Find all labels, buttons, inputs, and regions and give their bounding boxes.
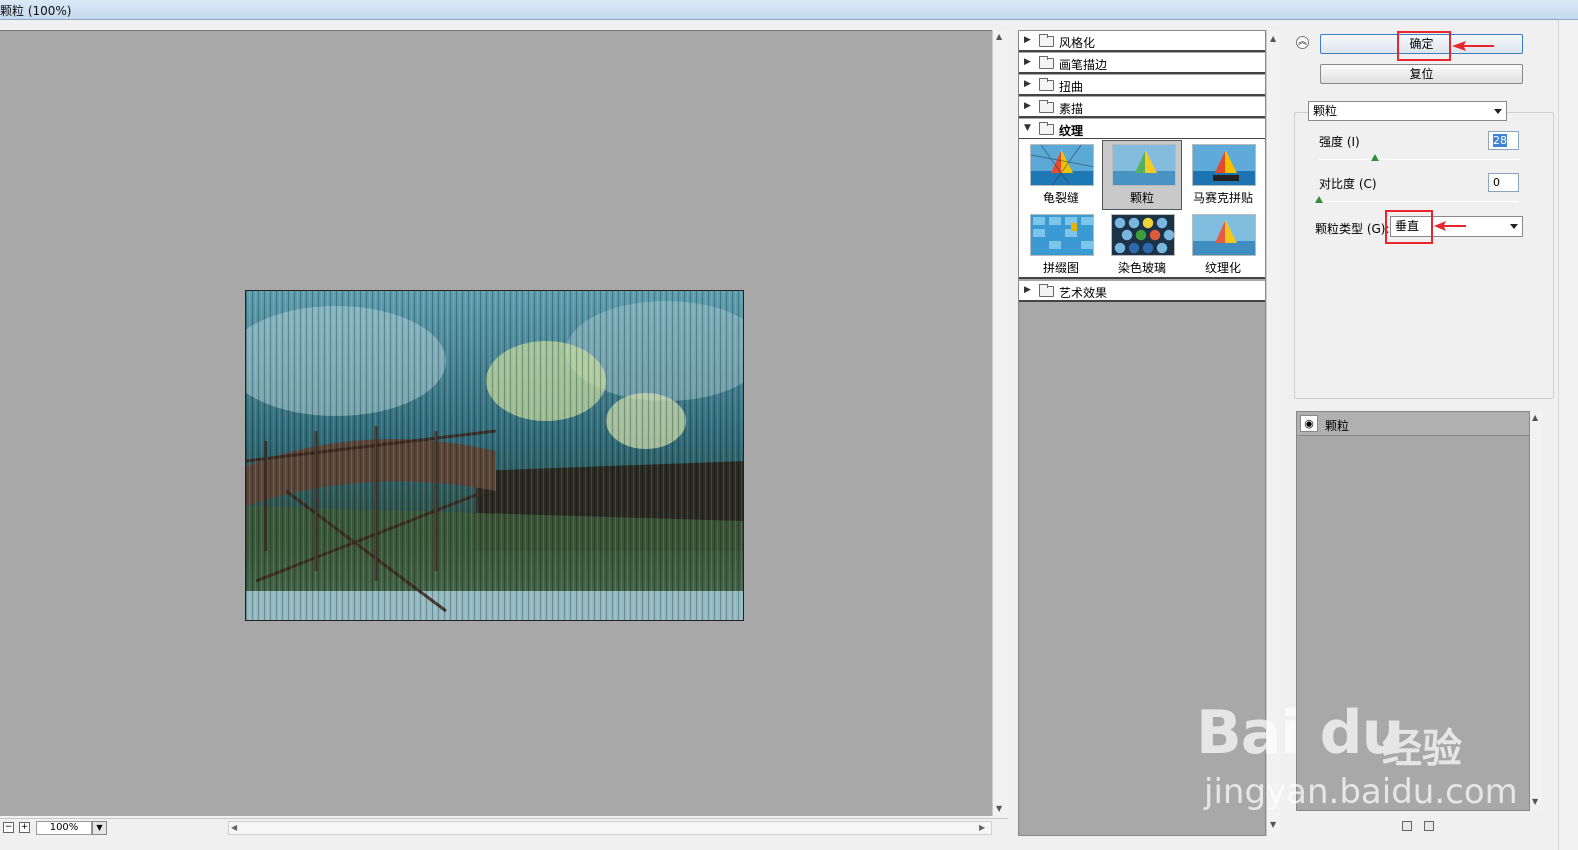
category-stylize[interactable]: ▶ 风格化 <box>1019 31 1265 52</box>
grain-type-label: 颗粒类型 (G): <box>1315 222 1390 236</box>
thumbnail-image <box>1192 144 1256 186</box>
reset-button[interactable]: 复位 <box>1320 64 1523 84</box>
dropdown-arrow-icon <box>1510 224 1518 229</box>
folder-icon <box>1039 100 1054 113</box>
folder-open-icon <box>1039 122 1054 135</box>
baidu-jingyan-watermark: Bai du 经验 jingyan.baidu.com <box>1196 676 1518 812</box>
contrast-slider-track[interactable] <box>1319 201 1519 202</box>
thumbnail-image <box>1112 144 1176 186</box>
filter-thumb-craquelure[interactable]: 龟裂缝 <box>1021 141 1101 211</box>
folder-icon <box>1039 56 1054 69</box>
layers-scrollbar[interactable]: ▲ ▼ <box>1530 411 1542 811</box>
delete-effect-layer-icon[interactable] <box>1424 821 1434 831</box>
intensity-slider-track[interactable] <box>1319 159 1519 160</box>
folder-icon <box>1039 78 1054 91</box>
zoom-level-field[interactable]: 100% <box>36 821 92 835</box>
folder-icon <box>1039 284 1054 297</box>
red-arrow-icon <box>1452 41 1494 51</box>
watermark-cn-text: 经验 <box>1382 726 1462 772</box>
scroll-down-icon[interactable]: ▼ <box>1532 797 1538 806</box>
zoom-in-button[interactable]: + <box>19 822 30 833</box>
new-effect-layer-icon[interactable] <box>1402 821 1412 831</box>
thumbnail-image <box>1111 214 1175 256</box>
effect-layer-name: 颗粒 <box>1325 419 1350 433</box>
category-distort[interactable]: ▶ 扭曲 <box>1019 75 1265 96</box>
expand-triangle-icon[interactable]: ▶ <box>1024 79 1031 89</box>
category-sketch[interactable]: ▶ 素描 <box>1019 97 1265 118</box>
dropdown-arrow-icon <box>1494 109 1502 114</box>
scroll-left-icon[interactable]: ◀ <box>231 823 237 832</box>
highlight-box-ok <box>1397 31 1451 61</box>
thumbnail-image <box>1192 214 1256 256</box>
expand-triangle-icon[interactable]: ▶ <box>1024 285 1031 295</box>
window-title: 颗粒 (100%) <box>0 4 72 18</box>
preview-horizontal-scrollbar[interactable]: ◀ ▶ <box>228 821 992 835</box>
expand-triangle-icon[interactable]: ▶ <box>1024 57 1031 67</box>
scroll-right-icon[interactable]: ▶ <box>979 823 985 832</box>
watermark-url: jingyan.baidu.com <box>1204 772 1518 812</box>
filter-thumb-grain[interactable]: 颗粒 <box>1102 140 1182 210</box>
filter-thumb-mosaic-tiles[interactable]: 马赛克拼贴 <box>1183 141 1263 211</box>
expand-triangle-icon[interactable]: ▶ <box>1024 35 1031 45</box>
scroll-up-icon[interactable]: ▲ <box>996 32 1002 41</box>
filter-thumb-texturizer[interactable]: 纹理化 <box>1183 211 1263 281</box>
scroll-down-icon[interactable]: ▼ <box>1270 820 1276 829</box>
contrast-slider-thumb[interactable] <box>1315 196 1323 203</box>
contrast-input[interactable]: 0 <box>1488 173 1519 192</box>
zoom-out-button[interactable]: − <box>3 822 14 833</box>
effect-layer-row[interactable]: ◉ 颗粒 <box>1297 412 1529 436</box>
scroll-down-icon[interactable]: ▼ <box>996 804 1002 813</box>
category-artistic[interactable]: ▶ 艺术效果 <box>1019 281 1265 302</box>
preview-image <box>245 290 744 621</box>
preview-canvas[interactable] <box>0 30 992 816</box>
zoom-dropdown-button[interactable]: ▼ <box>92 821 107 835</box>
category-texture[interactable]: ▼ 纹理 <box>1019 119 1265 140</box>
filter-parameters-group: 强度 (I) 28 对比度 (C) 0 颗粒类型 (G): <box>1294 112 1554 399</box>
collapse-gallery-icon[interactable]: ︽ <box>1296 36 1309 49</box>
scroll-up-icon[interactable]: ▲ <box>1270 34 1276 43</box>
texture-filter-thumbnails: 龟裂缝 颗粒 马赛克拼贴 拼缀图 染色玻璃 纹理化 <box>1019 139 1265 279</box>
filter-select[interactable]: 颗粒 <box>1308 101 1507 121</box>
intensity-slider-thumb[interactable] <box>1371 154 1379 161</box>
category-brush-strokes[interactable]: ▶ 画笔描边 <box>1019 53 1265 74</box>
collapse-triangle-icon[interactable]: ▼ <box>1024 123 1031 133</box>
thumbnail-image <box>1030 144 1094 186</box>
filter-thumb-patchwork[interactable]: 拼缀图 <box>1021 211 1101 281</box>
eye-visibility-icon[interactable]: ◉ <box>1300 415 1318 432</box>
highlight-box-grain-type <box>1385 210 1433 244</box>
panel-scrollbar[interactable] <box>1558 20 1578 850</box>
watermark-logo: Bai du <box>1196 698 1404 768</box>
thumbnail-image <box>1030 214 1094 256</box>
title-bar: 颗粒 (100%) <box>0 0 1578 20</box>
expand-triangle-icon[interactable]: ▶ <box>1024 101 1031 111</box>
intensity-label: 强度 (I) <box>1319 135 1360 149</box>
folder-icon <box>1039 34 1054 47</box>
filter-thumb-stained-glass[interactable]: 染色玻璃 <box>1102 211 1182 281</box>
intensity-input[interactable]: 28 <box>1488 131 1519 150</box>
contrast-label: 对比度 (C) <box>1319 177 1377 191</box>
red-arrow-icon <box>1434 221 1466 231</box>
scroll-up-icon[interactable]: ▲ <box>1532 413 1538 422</box>
preview-vertical-scrollbar[interactable]: ▲ ▼ <box>992 30 1008 816</box>
preview-status-bar: − + 100% ▼ ◀ ▶ <box>0 818 1008 836</box>
